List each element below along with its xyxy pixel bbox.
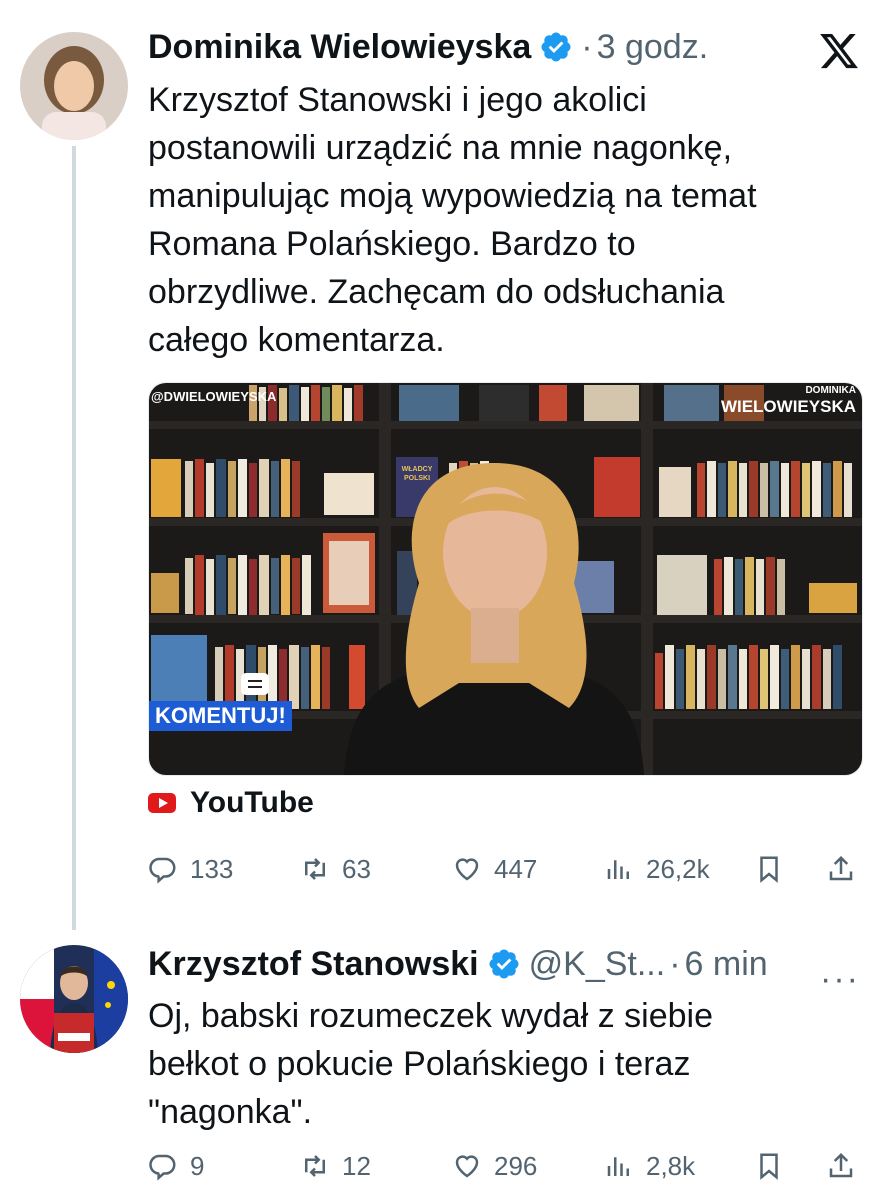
views-icon — [607, 1157, 629, 1176]
heart-icon — [455, 1155, 479, 1178]
author-name[interactable]: Dominika Wielowieyska — [148, 27, 531, 67]
repost-icon — [305, 858, 325, 880]
share-button[interactable] — [826, 1151, 868, 1181]
link-source[interactable]: YouTube — [148, 786, 314, 820]
tweet-time[interactable]: 3 godz. — [597, 27, 709, 67]
video-thumbnail[interactable]: @DWIELOWIEYSKA DOMINIKA WIELOWIEYSKA WŁA… — [148, 382, 863, 776]
verified-badge-icon — [541, 32, 571, 62]
views-button[interactable]: 2,8k — [604, 1151, 695, 1181]
tweet1-header: Dominika Wielowieyska · 3 godz. — [148, 27, 708, 67]
reply-button[interactable]: 9 — [148, 1151, 204, 1181]
views-count: 26,2k — [646, 854, 710, 884]
video-handle-overlay: @DWIELOWIEYSKA — [151, 389, 277, 404]
avatar-dominika[interactable] — [20, 32, 128, 140]
source-label: YouTube — [190, 786, 314, 819]
tweet-text: Oj, babski rozumeczek wydał z siebie beł… — [148, 997, 714, 1131]
x-logo-icon — [820, 33, 858, 69]
repost-icon — [305, 1155, 325, 1177]
like-button[interactable]: 296 — [452, 1151, 537, 1181]
tweet2-header: Krzysztof Stanowski @K_St... · 6 min — [148, 944, 768, 984]
comment-bubble-icon — [241, 673, 269, 695]
bookmark-button[interactable] — [754, 1151, 796, 1181]
repost-count: 12 — [342, 1151, 371, 1181]
like-count: 296 — [494, 1151, 538, 1181]
repost-button[interactable]: 12 — [300, 1151, 371, 1181]
reply-count: 9 — [190, 1151, 205, 1181]
share-icon — [829, 1152, 853, 1178]
author-name[interactable]: Krzysztof Stanowski — [148, 944, 479, 984]
views-button[interactable]: 26,2k — [604, 854, 710, 884]
bookmark-icon — [760, 1153, 778, 1180]
bookmark-icon — [760, 856, 778, 883]
reply-button[interactable]: 133 — [148, 854, 233, 884]
author-handle[interactable]: @K_St... — [529, 944, 666, 984]
views-icon — [607, 860, 629, 879]
bookmark-button[interactable] — [754, 854, 796, 884]
tweet-text: Krzysztof Stanowski i jego akolici posta… — [148, 81, 757, 359]
avatar-krzysztof[interactable] — [20, 945, 128, 1053]
video-brand-bottom: WIELOWIEYSKA — [720, 397, 856, 416]
repost-button[interactable]: 63 — [300, 854, 371, 884]
like-count: 447 — [494, 854, 538, 884]
separator-dot: · — [669, 945, 681, 983]
tweet1-actions: 133 63 447 26,2k — [148, 854, 860, 894]
youtube-icon — [148, 793, 176, 813]
separator-dot: · — [581, 28, 593, 66]
repost-count: 63 — [342, 854, 371, 884]
tweet2-actions: 9 12 296 2,8k — [148, 1151, 860, 1191]
reply-count: 133 — [190, 854, 234, 884]
share-button[interactable] — [826, 854, 868, 884]
reply-icon — [149, 1154, 176, 1181]
video-brand-top: DOMINIKA — [805, 385, 856, 396]
comment-banner: KOMENTUJ! — [149, 701, 292, 731]
views-count: 2,8k — [646, 1151, 696, 1181]
book-title: WŁADCY POLSKI — [401, 466, 433, 482]
like-button[interactable]: 447 — [452, 854, 537, 884]
reply-icon — [149, 857, 176, 884]
share-icon — [829, 855, 853, 881]
heart-icon — [455, 858, 479, 881]
verified-badge-icon — [489, 949, 519, 979]
thread-connector-line — [72, 146, 76, 930]
tweet-time[interactable]: 6 min — [685, 944, 768, 984]
